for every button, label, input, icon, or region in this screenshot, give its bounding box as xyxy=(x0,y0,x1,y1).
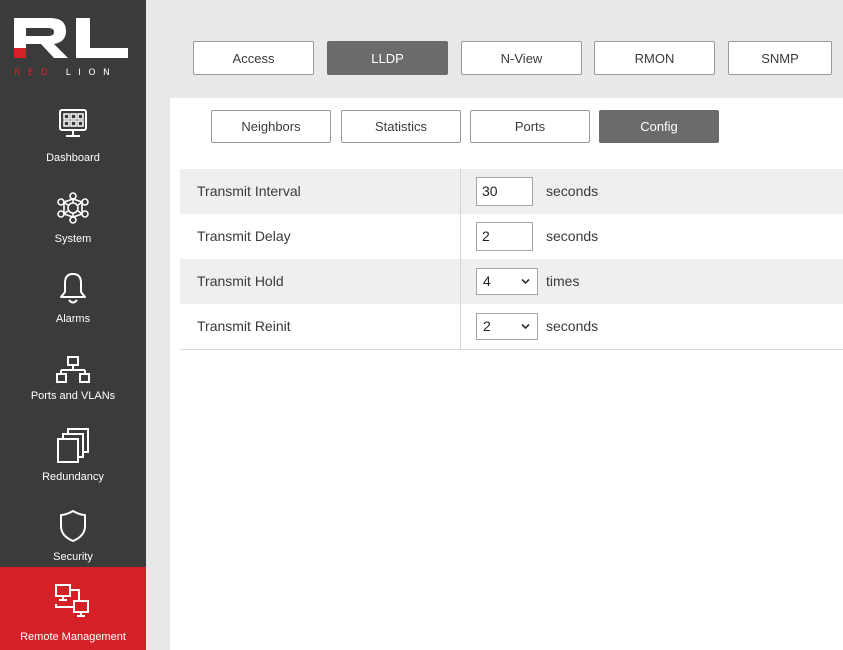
sidebar-item-label: Remote Management xyxy=(20,631,126,643)
chevron-down-icon xyxy=(521,278,530,285)
dashboard-icon xyxy=(59,109,87,137)
selected-value: 4 xyxy=(483,273,491,289)
tab-rmon[interactable]: RMON xyxy=(594,41,715,75)
field-label: Transmit Reinit xyxy=(197,318,291,334)
transmit-reinit-select[interactable]: 2 xyxy=(476,313,538,340)
field-label: Transmit Interval xyxy=(197,183,301,199)
sidebar-item-alarms[interactable]: Alarms xyxy=(0,272,146,352)
config-row-transmit-delay: Transmit Delay 2 seconds xyxy=(180,214,843,259)
unit-label: seconds xyxy=(546,228,599,244)
unit-label: seconds xyxy=(546,183,599,199)
sidebar-item-system[interactable]: System xyxy=(0,192,146,272)
chevron-down-icon xyxy=(521,323,530,330)
field-label: Transmit Hold xyxy=(197,273,284,289)
tab-n-view[interactable]: N-View xyxy=(461,41,582,75)
sidebar-item-label: Security xyxy=(53,551,93,563)
subtab-config[interactable]: Config xyxy=(599,110,719,143)
unit-label: seconds xyxy=(546,318,599,334)
selected-value: 2 xyxy=(483,318,491,334)
sidebar-item-label: Ports and VLANs xyxy=(30,390,116,402)
table-bottom-border xyxy=(180,349,843,350)
sidebar-item-ports-and-vlans[interactable]: Ports and VLANs xyxy=(0,356,146,436)
config-row-transmit-interval: Transmit Interval 30 seconds xyxy=(180,169,843,214)
sidebar-item-remote-management[interactable]: Remote Management xyxy=(0,583,146,650)
tab-snmp[interactable]: SNMP xyxy=(728,41,832,75)
sidebar-item-label: System xyxy=(54,233,92,245)
subtab-neighbors[interactable]: Neighbors xyxy=(211,110,331,143)
transmit-hold-select[interactable]: 4 xyxy=(476,268,538,295)
sidebar: RED LION Dashboard System Alarms Ports a… xyxy=(0,0,158,650)
redundancy-icon xyxy=(57,428,89,463)
brand-logo: RED LION xyxy=(0,0,146,92)
tab-lldp[interactable]: LLDP xyxy=(327,41,448,75)
bell-icon xyxy=(60,273,86,304)
lldp-config-table: Transmit Interval 30 seconds Transmit De… xyxy=(180,169,843,349)
config-row-transmit-hold: Transmit Hold 4 times xyxy=(180,259,843,304)
config-row-transmit-reinit: Transmit Reinit 2 seconds xyxy=(180,304,843,349)
sidebar-item-redundancy[interactable]: Redundancy xyxy=(0,426,146,506)
shield-icon xyxy=(60,510,86,542)
subtab-statistics[interactable]: Statistics xyxy=(341,110,461,143)
transmit-interval-input[interactable]: 30 xyxy=(476,177,533,206)
unit-label: times xyxy=(546,273,580,289)
subtab-ports[interactable]: Ports xyxy=(470,110,590,143)
sidebar-item-label: Dashboard xyxy=(46,152,100,164)
remote-management-icon xyxy=(55,584,89,617)
transmit-delay-input[interactable]: 2 xyxy=(476,222,533,251)
tab-access[interactable]: Access xyxy=(193,41,314,75)
logo-wordmark: RED LION xyxy=(14,68,118,78)
sidebar-item-label: Alarms xyxy=(55,313,91,325)
sidebar-item-label: Redundancy xyxy=(42,471,104,483)
field-label: Transmit Delay xyxy=(197,228,291,244)
content-left-gutter xyxy=(146,0,170,650)
red-lion-logo-icon xyxy=(14,18,128,58)
sidebar-item-dashboard[interactable]: Dashboard xyxy=(0,108,146,188)
system-icon xyxy=(57,192,89,224)
network-icon xyxy=(56,356,90,383)
